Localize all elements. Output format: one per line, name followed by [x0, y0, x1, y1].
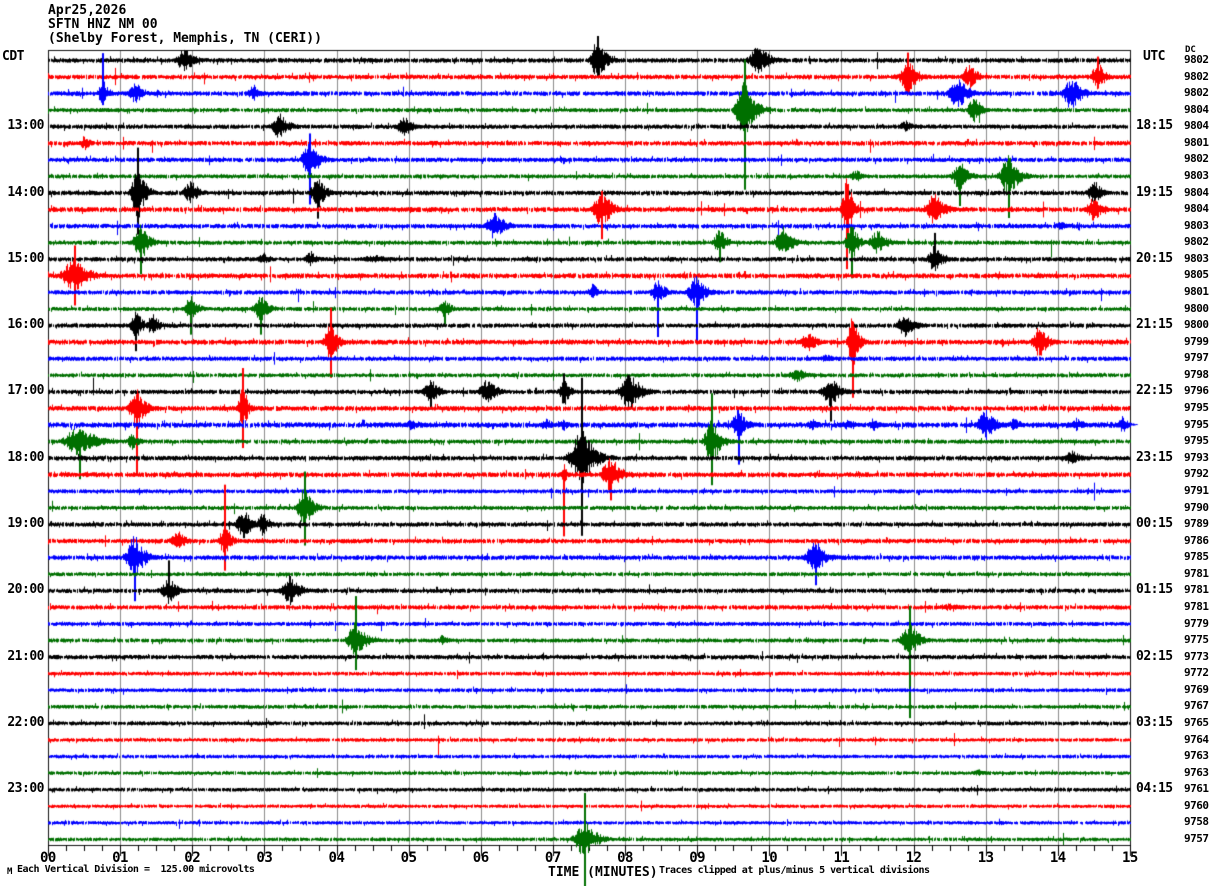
minute-label: 05	[400, 850, 417, 866]
cdt-hour-label: 20:00	[7, 582, 44, 598]
dc-value: 9781	[1184, 583, 1209, 597]
dc-value: 9804	[1184, 102, 1209, 116]
dc-value: 9800	[1184, 301, 1209, 315]
dc-value: 9761	[1184, 782, 1209, 796]
cdt-hour-label: 22:00	[7, 714, 44, 730]
dc-value: 9789	[1184, 517, 1209, 531]
utc-hour-label: 02:15	[1136, 648, 1173, 664]
header-date: Apr25,2026	[48, 3, 127, 18]
cdt-hour-label: 13:00	[7, 118, 44, 134]
dc-value: 9760	[1184, 798, 1209, 812]
dc-value: 9779	[1184, 616, 1209, 630]
dc-value: 9781	[1184, 599, 1209, 613]
utc-hour-label: 23:15	[1136, 449, 1173, 465]
dc-value: 9763	[1184, 765, 1209, 779]
dc-value: 9802	[1184, 86, 1209, 100]
dc-value: 9803	[1184, 218, 1209, 232]
dc-value: 9795	[1184, 401, 1209, 415]
cdt-hour-label: 23:00	[7, 781, 44, 797]
dc-value: 9791	[1184, 483, 1209, 497]
dc-value: 9804	[1184, 119, 1209, 133]
dc-value: 9792	[1184, 467, 1209, 481]
dc-value: 9790	[1184, 500, 1209, 514]
left-axis-timezone: CDT	[2, 49, 24, 64]
dc-value: 9799	[1184, 334, 1209, 348]
utc-hour-label: 19:15	[1136, 184, 1173, 200]
header-location: (Shelby Forest, Memphis, TN (CERI))	[48, 31, 322, 46]
utc-hour-label: 22:15	[1136, 383, 1173, 399]
dc-value: 9772	[1184, 666, 1209, 680]
utc-hour-label: 20:15	[1136, 250, 1173, 266]
utc-hour-label: 00:15	[1136, 516, 1173, 532]
header-station: SFTN HNZ NM 00	[48, 17, 158, 32]
cdt-hour-label: 17:00	[7, 383, 44, 399]
dc-value: 9757	[1184, 832, 1209, 845]
minute-label: 04	[328, 850, 345, 866]
dc-value: 9769	[1184, 682, 1209, 696]
dc-value: 9803	[1184, 169, 1209, 183]
minute-label: 03	[256, 850, 273, 866]
minute-label: 12	[905, 850, 922, 866]
footer-right-note: Traces clipped at plus/minus 5 vertical …	[659, 865, 930, 876]
dc-value: 9797	[1184, 351, 1209, 365]
dc-value: 9765	[1184, 715, 1209, 729]
minute-label: 13	[977, 850, 994, 866]
minute-label: 07	[544, 850, 561, 866]
dc-value: 9801	[1184, 285, 1209, 299]
dc-value: 9803	[1184, 251, 1209, 265]
dc-value: 9775	[1184, 633, 1209, 647]
dc-value: 9798	[1184, 367, 1209, 381]
minute-label: 11	[833, 850, 850, 866]
helicorder-screen: Apr25,2026 SFTN HNZ NM 00 (Shelby Forest…	[0, 0, 1210, 886]
dc-value: 9802	[1184, 53, 1209, 66]
dc-value: 9805	[1184, 268, 1209, 282]
dc-value: 9785	[1184, 550, 1209, 564]
dc-value: 9773	[1184, 649, 1209, 663]
cdt-hour-label: 21:00	[7, 648, 44, 664]
dc-value: 9802	[1184, 69, 1209, 83]
dc-value: 9802	[1184, 235, 1209, 249]
cdt-hour-label: 15:00	[7, 250, 44, 266]
utc-hour-label: 18:15	[1136, 118, 1173, 134]
dc-value: 9804	[1184, 185, 1209, 199]
utc-hour-label: 04:15	[1136, 781, 1173, 797]
cdt-hour-label: 18:00	[7, 449, 44, 465]
utc-hour-label: 01:15	[1136, 582, 1173, 598]
cdt-hour-label: 14:00	[7, 184, 44, 200]
minute-label: 06	[472, 850, 489, 866]
dc-value: 9793	[1184, 450, 1209, 464]
dc-value: 9781	[1184, 566, 1209, 580]
cdt-hour-label: 19:00	[7, 516, 44, 532]
dc-value: 9786	[1184, 533, 1209, 547]
right-axis-timezone: UTC	[1143, 49, 1165, 64]
cdt-hour-label: 16:00	[7, 317, 44, 333]
utc-hour-label: 21:15	[1136, 317, 1173, 333]
dc-value: 9758	[1184, 815, 1209, 829]
dc-value: 9795	[1184, 434, 1209, 448]
dc-value: 9800	[1184, 318, 1209, 332]
minute-label: 10	[761, 850, 778, 866]
footer-left-note: Each Vertical Division = 125.00 microvol…	[17, 864, 255, 875]
footer-corner-mark: M	[7, 867, 13, 877]
dc-value: 9801	[1184, 135, 1209, 149]
dc-value: 9804	[1184, 202, 1209, 216]
dc-value: 9763	[1184, 749, 1209, 763]
minute-label: 15	[1122, 850, 1138, 866]
dc-value: 9795	[1184, 417, 1209, 431]
minute-label: 08	[617, 850, 633, 866]
minute-label: 09	[689, 850, 706, 866]
utc-hour-label: 03:15	[1136, 714, 1173, 730]
dc-value: 9802	[1184, 152, 1209, 166]
seismogram-canvas	[0, 0, 1210, 886]
dc-value: 9796	[1184, 384, 1209, 398]
dc-value: 9767	[1184, 699, 1209, 713]
minute-label: 14	[1049, 850, 1066, 866]
dc-value: 9764	[1184, 732, 1209, 746]
x-axis-title: TIME (MINUTES)	[548, 865, 658, 880]
